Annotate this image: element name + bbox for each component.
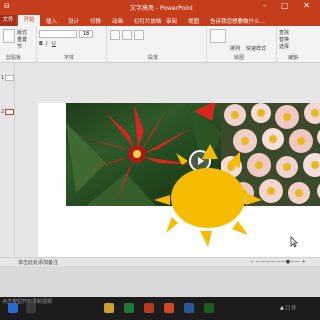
thumbnail-number: 2 (1, 109, 5, 115)
section-button[interactable]: 节 (17, 43, 22, 50)
slide-thumbnail[interactable] (5, 75, 14, 81)
group-clipboard: 版式 重置 节 剪贴板 (0, 26, 37, 62)
tab-design[interactable]: 设计 (68, 17, 79, 25)
font-name-box[interactable] (39, 30, 77, 38)
quick-access-icon[interactable]: ⊟ (4, 2, 10, 10)
reset-button[interactable]: 重置 (17, 36, 27, 43)
group-label-drawing: 绘图 (234, 55, 245, 61)
notes-placeholder[interactable]: 单击此处添加备注 (18, 259, 58, 266)
arrange-button[interactable]: 排列 (230, 45, 240, 52)
desktop-background (0, 266, 320, 297)
group-label-font: 字体 (64, 55, 75, 61)
sun-body (171, 168, 245, 228)
tab-file[interactable]: 文件 (0, 15, 16, 26)
system-tray[interactable]: ▲ □ )) (280, 305, 296, 311)
group-label-clipboard: 剪贴板 (6, 55, 22, 61)
tab-insert[interactable]: 插入 (46, 17, 57, 25)
slide-thumbnail-selected[interactable] (5, 109, 14, 115)
underline-button[interactable]: U (52, 41, 56, 47)
mouse-cursor-icon (290, 236, 298, 248)
app-icon-green[interactable] (124, 303, 134, 313)
group-font: 18 B I U 字体 (36, 26, 107, 62)
select-button[interactable]: 选择 (279, 43, 289, 50)
search-icon[interactable] (26, 303, 36, 313)
tab-transitions[interactable]: 切换 (90, 17, 101, 25)
zoom-slider[interactable]: − ——————●—— + (250, 259, 306, 265)
tab-view[interactable]: 视图 (188, 17, 199, 25)
shapes-icon[interactable] (210, 29, 226, 43)
align-icon[interactable] (134, 30, 144, 40)
bold-button[interactable]: B (39, 41, 43, 47)
group-paragraph: 段落 (106, 26, 207, 62)
group-label-paragraph: 段落 (148, 55, 159, 61)
window-controls[interactable]: – □ ✕ (263, 1, 316, 10)
slide-thumbnail-pane: 1 2 (0, 63, 15, 257)
slide[interactable] (38, 103, 320, 271)
paste-icon[interactable] (3, 29, 15, 43)
layout-button[interactable]: 版式 (17, 29, 27, 36)
ribbon: 版式 重置 节 剪贴板 18 B I U 字体 段落 排列 快速样式 绘图 查找… (0, 26, 320, 63)
italic-button[interactable]: I (46, 41, 47, 47)
thumbnail-number: 1 (1, 75, 5, 81)
group-label-editing: 编辑 (288, 55, 299, 61)
title-bar: ⊟ 文字高亮 - PowerPoint – □ ✕ (0, 0, 320, 15)
word-icon[interactable] (184, 303, 194, 313)
tab-slideshow[interactable]: 幻灯片放映 (134, 17, 162, 25)
tab-animations[interactable]: 动画 (112, 17, 123, 25)
taskbar: 点击按钮开始录制视频 ▲ □ )) (0, 297, 320, 320)
ribbon-tab-bar: 文件 开始 插入 设计 切换 动画 幻灯片放映 审阅 视图 告诉我您想要做什么.… (0, 15, 320, 26)
file-explorer-icon[interactable] (104, 303, 114, 313)
font-size-box[interactable]: 18 (79, 30, 93, 38)
numbering-icon[interactable] (122, 30, 132, 40)
bullets-icon[interactable] (110, 30, 120, 40)
start-icon[interactable] (8, 303, 18, 313)
replace-button[interactable]: 替换 (279, 36, 289, 43)
sun-shape[interactable] (38, 103, 320, 271)
group-drawing: 排列 快速样式 绘图 (206, 26, 277, 62)
app-icon-red[interactable] (144, 303, 154, 313)
powerpoint-icon[interactable] (164, 303, 174, 313)
quick-styles-button[interactable]: 快速样式 (246, 45, 266, 52)
tab-review[interactable]: 审阅 (166, 17, 177, 25)
tell-me-box[interactable]: 告诉我您想要做什么... (210, 17, 265, 25)
tab-home[interactable]: 开始 (18, 15, 40, 26)
find-button[interactable]: 查找 (279, 29, 289, 36)
group-editing: 查找 替换 选择 编辑 (276, 26, 320, 62)
excel-icon[interactable] (204, 303, 214, 313)
window-title: 文字高亮 - PowerPoint (130, 5, 194, 12)
editing-canvas[interactable] (15, 63, 320, 271)
